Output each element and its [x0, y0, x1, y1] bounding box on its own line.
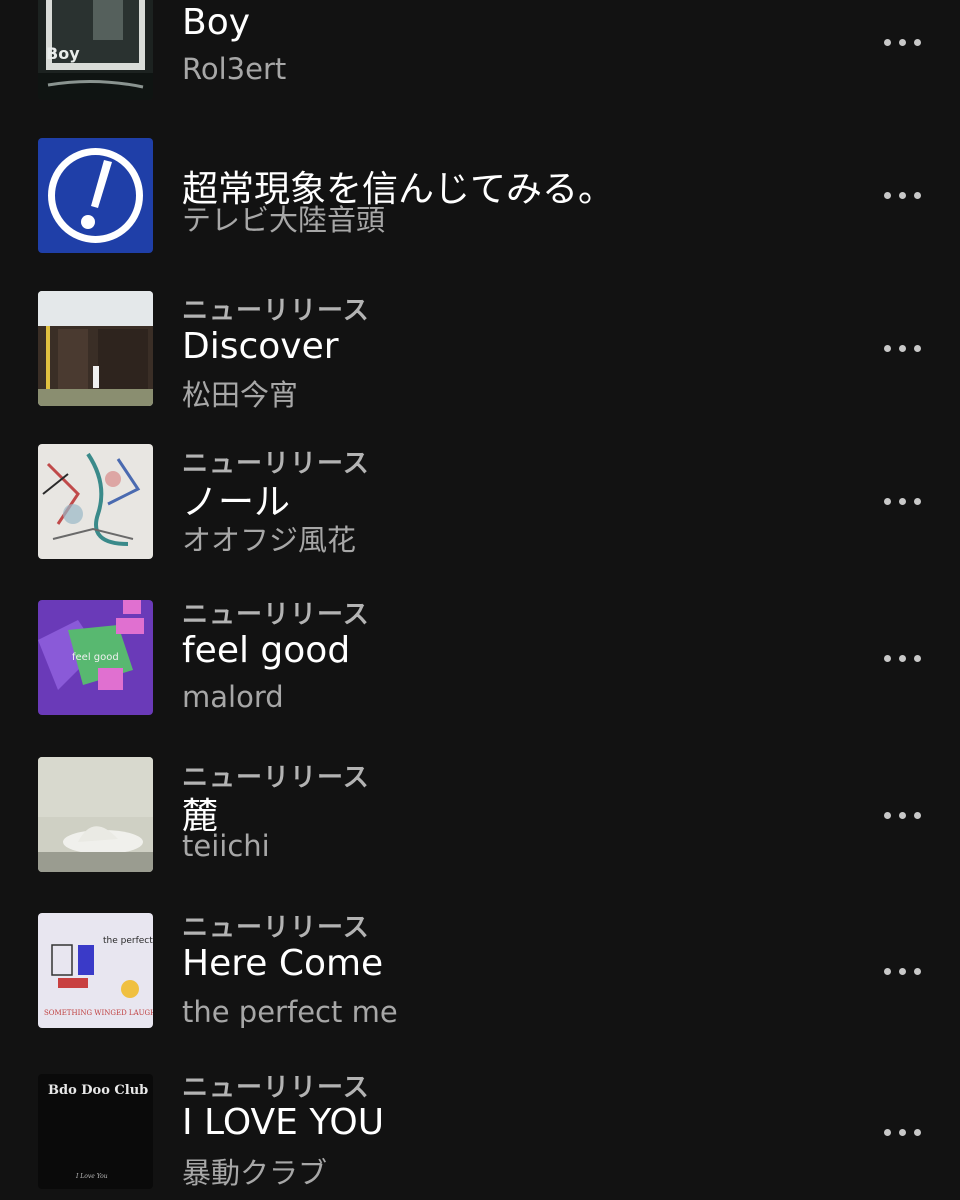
- svg-text:feel good: feel good: [72, 652, 119, 663]
- new-release-tag: ニューリリース: [182, 913, 370, 943]
- track-row[interactable]: Boy Boy Rol3ert: [0, 0, 960, 110]
- new-release-tag: ニューリリース: [182, 1073, 370, 1103]
- track-title: Here Come: [182, 943, 384, 984]
- album-cover: feel good: [38, 600, 153, 715]
- track-artist: teiichi: [182, 829, 270, 863]
- track-row[interactable]: Bdo Doo Club I Love You ニューリリース I LOVE Y…: [0, 1072, 960, 1200]
- svg-text:the perfect me: the perfect me: [103, 936, 153, 946]
- more-options-icon[interactable]: [872, 951, 932, 991]
- more-options-icon[interactable]: [872, 481, 932, 521]
- more-options-icon[interactable]: [872, 638, 932, 678]
- svg-text:Bdo Doo Club: Bdo Doo Club: [48, 1083, 148, 1098]
- svg-text:I Love You: I Love You: [75, 1173, 108, 1180]
- track-row[interactable]: ニューリリース Discover 松田今宵: [0, 290, 960, 412]
- track-artist: テレビ大陸音頭: [182, 203, 386, 237]
- track-title: feel good: [182, 630, 351, 671]
- album-cover: [38, 444, 153, 559]
- track-artist: 松田今宵: [182, 378, 299, 412]
- album-cover: Bdo Doo Club I Love You: [38, 1074, 153, 1189]
- track-artist: Rol3ert: [182, 52, 287, 86]
- track-artist: オオフジ風花: [182, 523, 357, 557]
- album-cover: the perfect me SOMETHING WINGED LAUGHED: [38, 913, 153, 1028]
- track-artist: 暴動クラブ: [182, 1156, 328, 1190]
- album-cover: [38, 291, 153, 406]
- track-title: Discover: [182, 326, 339, 367]
- track-row[interactable]: 超常現象を信んじてみる。 テレビ大陸音頭: [0, 137, 960, 255]
- exclamation-icon: [38, 138, 153, 253]
- track-row[interactable]: the perfect me SOMETHING WINGED LAUGHED …: [0, 913, 960, 1031]
- track-artist: the perfect me: [182, 995, 398, 1029]
- track-row[interactable]: feel good ニューリリース feel good malord: [0, 600, 960, 718]
- track-title: I LOVE YOU: [182, 1102, 385, 1143]
- svg-text:SOMETHING WINGED LAUGHED: SOMETHING WINGED LAUGHED: [44, 1009, 153, 1017]
- album-cover: [38, 757, 153, 872]
- new-release-tag: ニューリリース: [182, 600, 370, 630]
- more-options-icon[interactable]: [872, 22, 932, 62]
- more-options-icon[interactable]: [872, 795, 932, 835]
- more-options-icon[interactable]: [872, 328, 932, 368]
- track-artist: malord: [182, 680, 284, 714]
- more-options-icon[interactable]: [872, 175, 932, 215]
- album-cover: Boy: [38, 0, 153, 100]
- track-title: Boy: [182, 2, 251, 43]
- more-options-icon[interactable]: [872, 1112, 932, 1152]
- track-row[interactable]: ニューリリース ノール オオフジ風花: [0, 443, 960, 561]
- svg-text:Boy: Boy: [46, 44, 80, 63]
- new-release-tag: ニューリリース: [182, 296, 370, 326]
- track-row[interactable]: ニューリリース 麓 teiichi: [0, 757, 960, 875]
